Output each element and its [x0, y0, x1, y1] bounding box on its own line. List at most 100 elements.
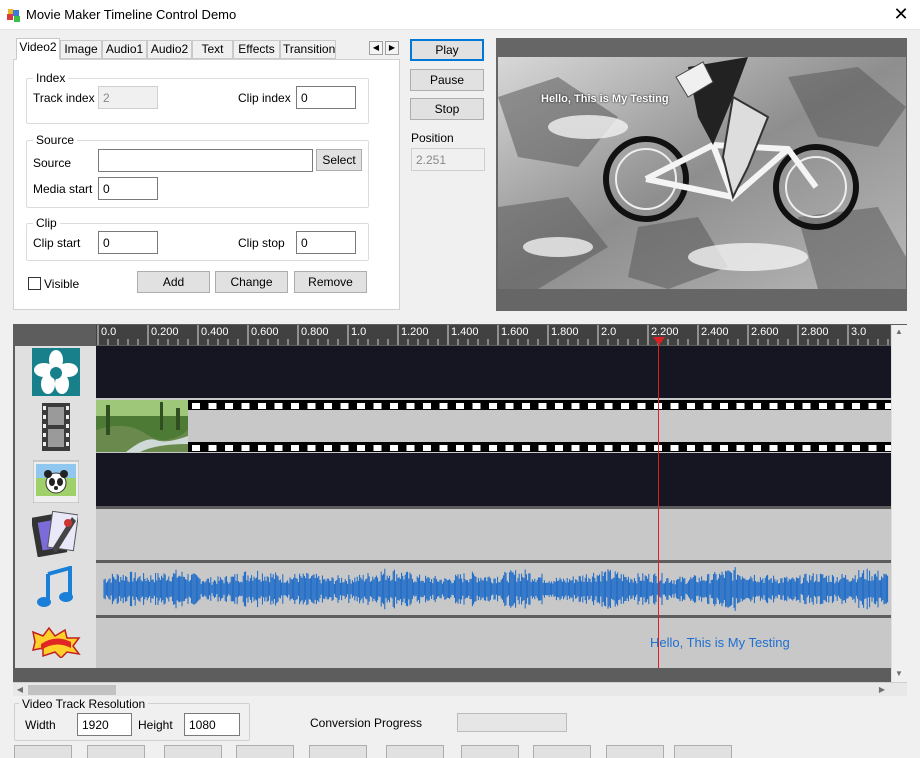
comic-text-icon[interactable]: [31, 626, 81, 658]
change-button[interactable]: Change: [215, 271, 288, 293]
film-hole: [406, 403, 415, 409]
bottom-button-9[interactable]: [606, 745, 664, 758]
bottom-button-3[interactable]: [164, 745, 222, 758]
tab-transition[interactable]: Transition: [280, 40, 336, 59]
clip-stop-field[interactable]: [296, 231, 356, 254]
bottom-button-7[interactable]: [461, 745, 519, 758]
clip-stop-label: Clip stop: [238, 236, 285, 250]
timeline-vertical-scrollbar[interactable]: ▲ ▼: [891, 325, 907, 683]
ruler-tick-label: 1.800: [551, 326, 579, 338]
add-button[interactable]: Add: [137, 271, 210, 293]
text-clip-label[interactable]: Hello, This is My Testing: [650, 635, 790, 650]
tab-scroll-right-icon[interactable]: ▶: [385, 41, 399, 55]
timeline-ruler[interactable]: 0.0 0.200 0.400 0.600 0.800 1.0 1.200 1.400 1.60…: [96, 325, 890, 345]
film-hole: [687, 403, 695, 409]
film-hole: [208, 403, 217, 409]
track-index-label: Track index: [33, 91, 95, 105]
tab-image[interactable]: Image: [60, 40, 102, 59]
bottom-button-5[interactable]: [309, 745, 367, 758]
video-clip-thumbnail[interactable]: [96, 400, 188, 452]
film-perforation-top-holes: [192, 403, 893, 409]
track-audio1[interactable]: [96, 509, 891, 560]
timeline-horizontal-scrollbar[interactable]: ◀ ▶: [13, 682, 907, 696]
video-editor-icon[interactable]: [32, 511, 78, 557]
film-hole: [423, 445, 431, 451]
film-hole: [819, 445, 827, 451]
film-hole: [703, 403, 712, 409]
film-hole: [340, 445, 349, 451]
waveform-path: [103, 567, 889, 611]
film-perforation-top: [188, 400, 893, 410]
film-hole: [456, 403, 464, 409]
bottom-button-2[interactable]: [87, 745, 145, 758]
tab-video2[interactable]: Video2: [16, 38, 60, 60]
music-note-icon[interactable]: [36, 566, 74, 608]
visible-checkbox[interactable]: [28, 277, 41, 290]
ruler-tick-label: 3.0: [851, 326, 866, 338]
panda-picture-icon[interactable]: [33, 459, 79, 503]
horizontal-scroll-thumb[interactable]: [28, 685, 116, 695]
height-field[interactable]: [184, 713, 240, 736]
film-hole: [522, 403, 530, 409]
film-hole: [439, 403, 448, 409]
tab-effects[interactable]: Effects: [233, 40, 280, 59]
film-hole: [390, 403, 398, 409]
audio-waveform: [103, 567, 889, 611]
scroll-left-icon[interactable]: ◀: [13, 683, 27, 697]
tab-scroll-left-icon[interactable]: ◀: [369, 41, 383, 55]
clip-start-field[interactable]: [98, 231, 158, 254]
film-hole: [274, 445, 283, 451]
bottom-button-4[interactable]: [236, 745, 294, 758]
film-hole: [588, 445, 596, 451]
stop-button[interactable]: Stop: [410, 98, 484, 120]
film-hole: [538, 445, 547, 451]
scroll-right-icon[interactable]: ▶: [875, 683, 889, 697]
media-start-field[interactable]: [98, 177, 158, 200]
bottom-button-1[interactable]: [14, 745, 72, 758]
source-field[interactable]: [98, 149, 313, 172]
playhead-line[interactable]: [658, 338, 659, 668]
film-hole: [868, 445, 877, 451]
film-hole: [307, 403, 316, 409]
track-audio2[interactable]: [96, 563, 891, 615]
track-image[interactable]: [96, 453, 891, 506]
forest-thumbnail-image: [96, 400, 188, 452]
tab-audio1[interactable]: Audio1: [102, 40, 147, 59]
width-field[interactable]: [77, 713, 132, 736]
clip-index-field[interactable]: [296, 86, 356, 109]
film-hole: [489, 445, 497, 451]
film-hole: [456, 445, 464, 451]
preview-frame-image: [498, 57, 906, 289]
pinwheel-icon[interactable]: [32, 348, 80, 396]
film-hole: [736, 445, 745, 451]
film-hole: [621, 403, 629, 409]
bottom-button-6[interactable]: [386, 745, 444, 758]
play-button[interactable]: Play: [410, 39, 484, 61]
bottom-button-8[interactable]: [533, 745, 591, 758]
track-effects[interactable]: [96, 346, 891, 398]
film-hole: [505, 445, 514, 451]
film-hole: [753, 445, 761, 451]
remove-button[interactable]: Remove: [294, 271, 367, 293]
pause-button[interactable]: Pause: [410, 69, 484, 91]
film-hole: [802, 445, 811, 451]
film-hole: [423, 403, 431, 409]
playhead-marker[interactable]: [653, 337, 665, 345]
film-hole: [258, 445, 266, 451]
tab-audio2[interactable]: Audio2: [147, 40, 192, 59]
ruler-tick-label: 1.400: [451, 326, 479, 338]
bottom-button-10[interactable]: [674, 745, 732, 758]
film-hole: [670, 403, 679, 409]
scroll-down-icon[interactable]: ▼: [892, 667, 906, 681]
select-button[interactable]: Select: [316, 149, 362, 171]
film-hole: [769, 445, 778, 451]
position-label: Position: [411, 131, 454, 145]
film-hole: [687, 445, 695, 451]
tab-text[interactable]: Text: [192, 40, 233, 59]
film-hole: [852, 445, 860, 451]
scroll-up-icon[interactable]: ▲: [892, 325, 906, 339]
film-hole: [373, 403, 382, 409]
film-strip-icon[interactable]: [38, 403, 74, 451]
close-icon[interactable]: ✕: [888, 3, 914, 25]
ruler-tick-label: 2.800: [801, 326, 829, 338]
